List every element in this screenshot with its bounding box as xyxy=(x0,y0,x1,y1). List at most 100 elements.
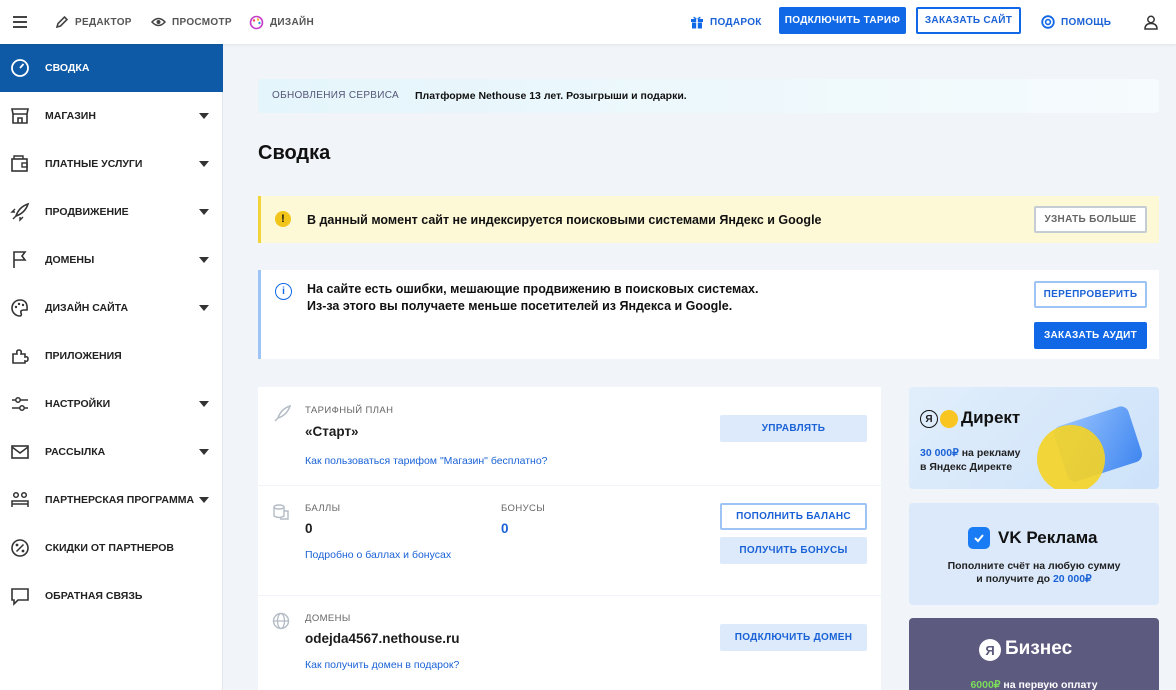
domain-gift-link[interactable]: Как получить домен в подарок? xyxy=(305,659,459,671)
sidebar-item-domains[interactable]: ДОМЕНЫ xyxy=(0,236,223,284)
sidebar-item-paid-services[interactable]: ПЛАТНЫЕ УСЛУГИ xyxy=(0,140,223,188)
sidebar-item-mailing[interactable]: РАССЫЛКА xyxy=(0,428,223,476)
chevron-down-icon xyxy=(199,401,209,407)
yandex-logo-icon: Я xyxy=(920,410,938,428)
design-tab[interactable]: ДИЗАЙН xyxy=(249,0,314,44)
vk-line-2: и получите до xyxy=(976,573,1053,585)
partner-icon xyxy=(10,490,30,510)
vk-ads-promo[interactable]: VK Реклама Пополните счёт на любую сумму… xyxy=(909,503,1159,605)
sidebar-item-site-design[interactable]: ДИЗАЙН САЙТА xyxy=(0,284,223,332)
learn-more-button[interactable]: УЗНАТЬ БОЛЬШЕ xyxy=(1034,206,1147,233)
coin-illustration xyxy=(1037,425,1105,489)
order-site-button[interactable]: ЗАКАЗАТЬ САЙТ xyxy=(916,7,1021,34)
yandex-business-logo-icon: Я xyxy=(979,639,1001,661)
domain-value: odejda4567.nethouse.ru xyxy=(305,631,460,646)
chevron-down-icon xyxy=(199,497,209,503)
vk-brand: VK Реклама xyxy=(998,528,1098,547)
points-card: БАЛЛЫ 0 БОНУСЫ 0 Подробно о баллах и бон… xyxy=(258,486,881,595)
direct-logo-icon xyxy=(940,410,958,428)
points-help-link[interactable]: Подробно о баллах и бонусах xyxy=(305,549,451,561)
help-label: ПОМОЩЬ xyxy=(1061,16,1112,28)
sidebar-item-partner-discounts[interactable]: СКИДКИ ОТ ПАРТНЕРОВ xyxy=(0,524,223,572)
plan-card: ТАРИФНЫЙ ПЛАН «Старт» Как пользоваться т… xyxy=(258,387,881,485)
vk-amount: 20 000₽ xyxy=(1052,573,1092,585)
sidebar-item-promotion[interactable]: ПРОДВИЖЕНИЕ xyxy=(0,188,223,236)
puzzle-icon xyxy=(10,346,30,366)
chevron-down-icon xyxy=(199,257,209,263)
get-bonuses-button[interactable]: ПОЛУЧИТЬ БОНУСЫ xyxy=(720,537,867,564)
exclamation-icon: ! xyxy=(275,211,291,227)
connect-plan-button[interactable]: ПОДКЛЮЧИТЬ ТАРИФ xyxy=(779,7,906,34)
updates-label: ОБНОВЛЕНИЯ СЕРВИСА xyxy=(272,90,400,101)
business-brand: Бизнес xyxy=(1005,638,1073,659)
business-offer: 6000₽ на первую оплату xyxy=(909,679,1159,690)
sidebar-item-label: ДИЗАЙН САЙТА xyxy=(45,302,129,314)
help-link[interactable]: ПОМОЩЬ xyxy=(1041,0,1111,44)
pencil-icon xyxy=(55,15,69,29)
lifebuoy-icon xyxy=(1041,15,1055,29)
direct-offer: 30 000₽ на рекламу в Яндекс Директе xyxy=(920,446,1020,474)
sidebar-item-partner-program[interactable]: ПАРТНЕРСКАЯ ПРОГРАММА xyxy=(0,476,223,524)
business-amount: 6000₽ xyxy=(970,679,1001,690)
coins-icon xyxy=(272,503,290,526)
updates-banner[interactable]: ОБНОВЛЕНИЯ СЕРВИСА Платформе Nethouse 13… xyxy=(258,79,1159,113)
flag-icon xyxy=(10,250,30,270)
vk-line-1: Пополните счёт на любую сумму xyxy=(947,560,1121,572)
eye-icon xyxy=(151,16,166,28)
top-up-balance-button[interactable]: ПОПОЛНИТЬ БАЛАНС xyxy=(720,503,867,530)
sidebar-item-summary[interactable]: СВОДКА xyxy=(0,44,223,92)
sidebar-item-store[interactable]: МАГАЗИН xyxy=(0,92,223,140)
direct-brand: Директ xyxy=(961,408,1021,427)
wallet-icon xyxy=(10,154,30,174)
rocket-icon xyxy=(10,202,30,222)
points-caption: БАЛЛЫ xyxy=(305,503,341,514)
gauge-icon xyxy=(10,58,30,78)
vk-logo-icon xyxy=(968,527,990,549)
plan-name: «Старт» xyxy=(305,424,359,439)
warning-text: В данный момент сайт не индексируется по… xyxy=(307,213,822,227)
info-line-1: На сайте есть ошибки, мешающие продвижен… xyxy=(307,282,759,296)
yandex-business-promo[interactable]: Я Бизнес 6000₽ на первую оплату xyxy=(909,618,1159,690)
sidebar-item-label: РАССЫЛКА xyxy=(45,446,106,458)
chevron-down-icon xyxy=(199,113,209,119)
order-audit-button[interactable]: ЗАКАЗАТЬ АУДИТ xyxy=(1034,322,1147,349)
palette-color-icon xyxy=(249,15,264,30)
percent-icon xyxy=(10,538,30,558)
globe-icon xyxy=(272,612,290,635)
editor-tab[interactable]: РЕДАКТОР xyxy=(55,0,132,44)
plan-caption: ТАРИФНЫЙ ПЛАН xyxy=(305,405,394,416)
direct-text-2: в Яндекс Директе xyxy=(920,461,1013,473)
manage-plan-button[interactable]: УПРАВЛЯТЬ xyxy=(720,415,867,442)
seo-errors-info: i На сайте есть ошибки, мешающие продвиж… xyxy=(258,270,1159,359)
sidebar-item-label: ПРОДВИЖЕНИЕ xyxy=(45,206,129,218)
connect-domain-button[interactable]: ПОДКЛЮЧИТЬ ДОМЕН xyxy=(720,624,867,651)
sidebar-item-label: ПРИЛОЖЕНИЯ xyxy=(45,350,122,362)
yandex-direct-promo[interactable]: Я Директ 30 000₽ на рекламу в Яндекс Дир… xyxy=(909,387,1159,489)
sidebar-item-settings[interactable]: НАСТРОЙКИ xyxy=(0,380,223,428)
business-text: на первую оплату xyxy=(1000,679,1098,690)
updates-text: Платформе Nethouse 13 лет. Розыгрыши и п… xyxy=(415,90,687,102)
direct-text-1: на рекламу xyxy=(958,447,1021,459)
sidebar-item-feedback[interactable]: ОБРАТНАЯ СВЯЗЬ xyxy=(0,572,223,620)
sidebar-item-label: ДОМЕНЫ xyxy=(45,254,95,266)
sidebar: СВОДКА МАГАЗИН ПЛАТНЫЕ УСЛУГИ ПРОДВИЖЕНИ… xyxy=(0,44,223,690)
sidebar-item-label: ПЛАТНЫЕ УСЛУГИ xyxy=(45,158,143,170)
chevron-down-icon xyxy=(199,305,209,311)
chat-icon xyxy=(10,586,30,606)
editor-label: РЕДАКТОР xyxy=(75,16,132,28)
mail-icon xyxy=(10,442,30,462)
preview-tab[interactable]: ПРОСМОТР xyxy=(151,0,232,44)
plan-help-link[interactable]: Как пользоваться тарифом "Магазин" беспл… xyxy=(305,455,548,467)
bonus-caption: БОНУСЫ xyxy=(501,503,546,514)
menu-button[interactable] xyxy=(13,0,27,44)
recheck-button[interactable]: ПЕРЕПРОВЕРИТЬ xyxy=(1034,281,1147,308)
sidebar-item-apps[interactable]: ПРИЛОЖЕНИЯ xyxy=(0,332,223,380)
indexing-warning: ! В данный момент сайт не индексируется … xyxy=(258,196,1159,243)
user-icon xyxy=(1144,15,1158,30)
bonus-value: 0 xyxy=(501,521,509,536)
gift-label: ПОДАРОК xyxy=(710,16,762,28)
gift-link[interactable]: ПОДАРОК xyxy=(690,0,762,44)
sidebar-item-label: ОБРАТНАЯ СВЯЗЬ xyxy=(45,590,143,602)
profile-button[interactable] xyxy=(1144,0,1158,44)
info-icon: i xyxy=(275,283,292,300)
